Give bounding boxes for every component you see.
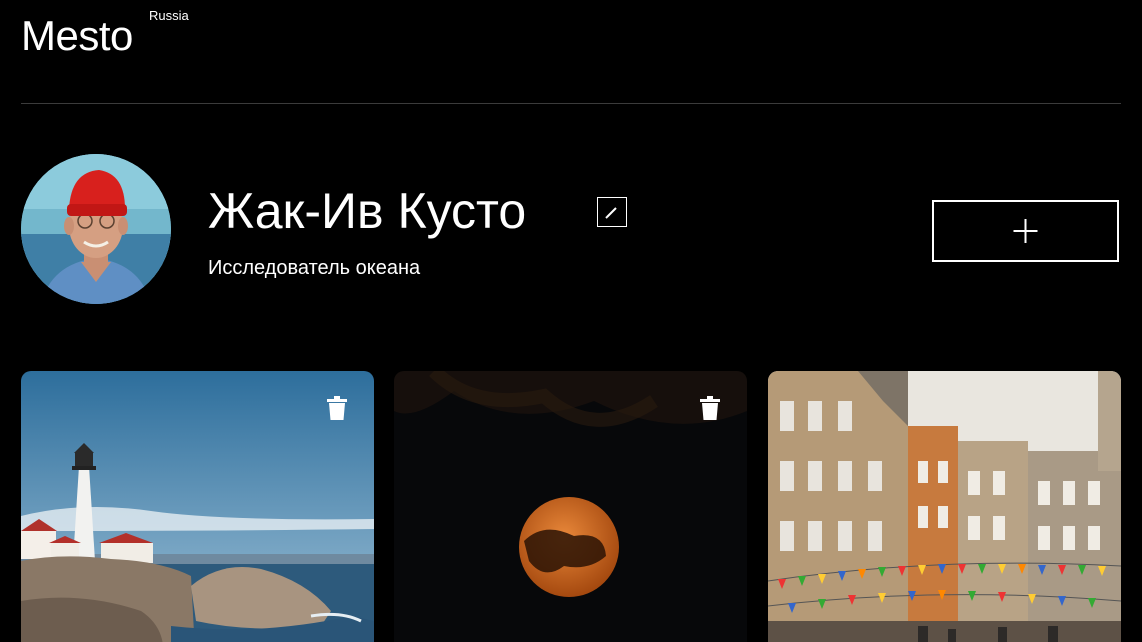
delete-card-button[interactable] [326,396,348,420]
lighthouse-photo[interactable] [21,371,374,642]
trash-icon [700,396,720,420]
card[interactable] [768,371,1121,642]
avatar-image [21,154,171,304]
pencil-icon [605,207,617,219]
logo-region: Russia [149,8,189,23]
add-card-button[interactable] [932,200,1119,262]
trash-icon [327,396,347,420]
moon-photo[interactable] [394,371,747,642]
logo[interactable]: Mesto [21,14,133,58]
edit-profile-button[interactable] [597,197,627,227]
header: Mesto Russia [21,0,1121,104]
profile-about: Исследователь океана [208,257,421,279]
card[interactable] [21,371,374,642]
card[interactable] [394,371,747,642]
delete-card-button[interactable] [699,396,721,420]
avatar[interactable] [21,154,171,304]
old-town-street-photo[interactable] [768,371,1121,642]
profile-name: Жак-Ив Кусто [208,183,527,239]
plus-icon [1013,219,1038,243]
page: Mesto Russia Жак-Ив Кусто Исследователь … [0,0,1142,642]
